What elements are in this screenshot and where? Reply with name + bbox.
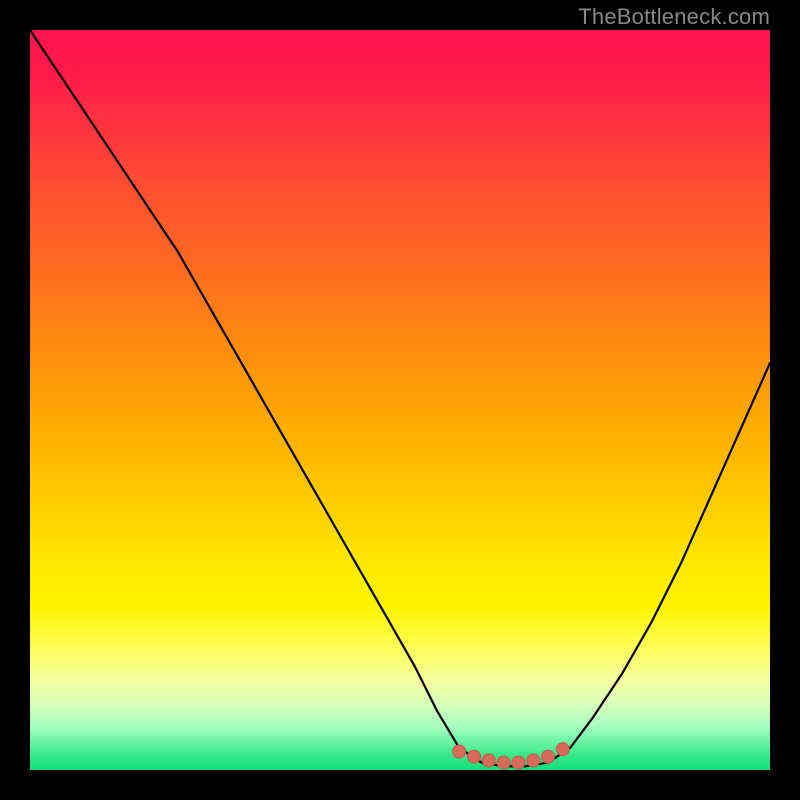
optimum-marker	[512, 756, 525, 769]
chart-frame: TheBottleneck.com	[0, 0, 800, 800]
optimum-marker	[527, 754, 540, 767]
bottleneck-curve	[30, 30, 770, 766]
optimum-marker	[482, 754, 495, 767]
watermark-text: TheBottleneck.com	[578, 4, 770, 30]
optimum-markers	[453, 743, 570, 769]
optimum-marker	[542, 750, 555, 763]
optimum-marker	[497, 756, 510, 769]
plot-area	[30, 30, 770, 770]
optimum-marker	[468, 750, 481, 763]
optimum-marker	[453, 745, 466, 758]
optimum-marker	[556, 743, 569, 756]
curve-svg	[30, 30, 770, 770]
